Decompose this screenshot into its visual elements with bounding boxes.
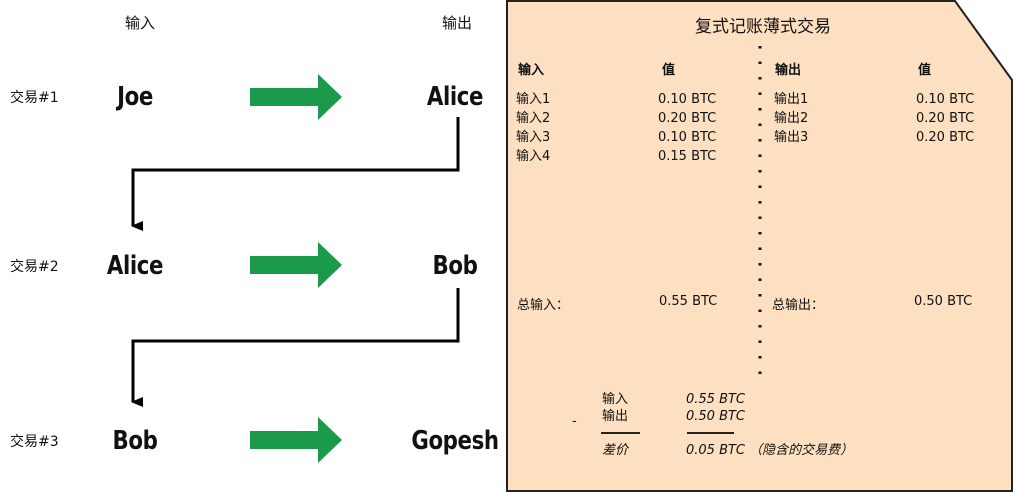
outputs-header: 输出 <box>775 63 802 78</box>
input-value: 0.10 BTC <box>658 130 717 145</box>
output-value: 0.20 BTC <box>916 130 975 145</box>
input-name: 输入2 <box>516 111 551 126</box>
calc-values: 0.55 BTC 0.50 BTC <box>686 391 745 425</box>
calc-input-label: 输入 <box>602 392 629 407</box>
transaction-input: Bob <box>112 426 158 456</box>
diagram-graphics <box>131 0 1013 492</box>
ledger-title: 复式记账薄式交易 <box>695 17 831 37</box>
connector-arrow-2 <box>131 288 460 407</box>
input-name: 输入3 <box>516 130 551 145</box>
inputs-header: 输入 <box>518 63 545 78</box>
input-value: 0.15 BTC <box>658 149 717 164</box>
minus-sign: - <box>572 414 577 429</box>
output-name: 输出1 <box>774 92 809 107</box>
diff-value: 0.05 BTC <box>686 443 746 458</box>
outputs-values: 0.10 BTC 0.20 BTC 0.20 BTC <box>916 90 974 147</box>
calc-labels: 输入 输出 <box>602 391 628 425</box>
inputs-value-header: 值 <box>662 63 676 78</box>
outputs-list: 输出1 输出2 输出3 <box>774 90 808 147</box>
input-value: 0.10 BTC <box>658 92 717 107</box>
input-name: 输入4 <box>516 149 551 164</box>
green-arrow-1 <box>250 74 342 120</box>
output-column-header: 输出 <box>441 14 473 32</box>
calc-input-value: 0.55 BTC <box>686 392 746 407</box>
calc-output-value: 0.50 BTC <box>686 409 746 424</box>
ledger-panel <box>506 0 1013 492</box>
total-output-value: 0.50 BTC <box>914 294 973 309</box>
calc-output-label: 输出 <box>602 409 629 424</box>
output-name: 输出3 <box>774 130 809 145</box>
output-value: 0.20 BTC <box>916 111 975 126</box>
calc-diff-label: 差价 <box>602 443 629 458</box>
green-arrow-3 <box>250 417 342 463</box>
input-column-header: 输入 <box>124 14 156 32</box>
inputs-values: 0.10 BTC 0.20 BTC 0.10 BTC 0.15 BTC <box>658 90 716 166</box>
connector-arrow-1 <box>131 117 460 231</box>
transaction-label: 交易#3 <box>10 434 59 450</box>
transaction-label: 交易#2 <box>10 259 59 275</box>
transaction-label: 交易#1 <box>10 90 59 106</box>
transaction-output: Alice <box>426 82 484 112</box>
transaction-output: Bob <box>432 251 478 281</box>
diff-note: （隐含的交易费） <box>749 443 854 458</box>
transaction-input: Alice <box>106 251 164 281</box>
total-output-label: 总输出： <box>772 298 825 313</box>
input-value: 0.20 BTC <box>658 111 717 126</box>
input-name: 输入1 <box>516 92 551 107</box>
calc-diff-value: 0.05 BTC （隐含的交易费） <box>686 439 853 458</box>
outputs-value-header: 值 <box>918 63 932 78</box>
total-input-value: 0.55 BTC <box>659 294 718 309</box>
total-input-label: 总输入： <box>517 298 570 313</box>
green-arrow-2 <box>250 242 342 288</box>
output-value: 0.10 BTC <box>916 92 975 107</box>
transaction-input: Joe <box>117 82 153 112</box>
transaction-output: Gopesh <box>411 426 499 456</box>
output-name: 输出2 <box>774 111 809 126</box>
inputs-list: 输入1 输入2 输入3 输入4 <box>516 90 550 166</box>
